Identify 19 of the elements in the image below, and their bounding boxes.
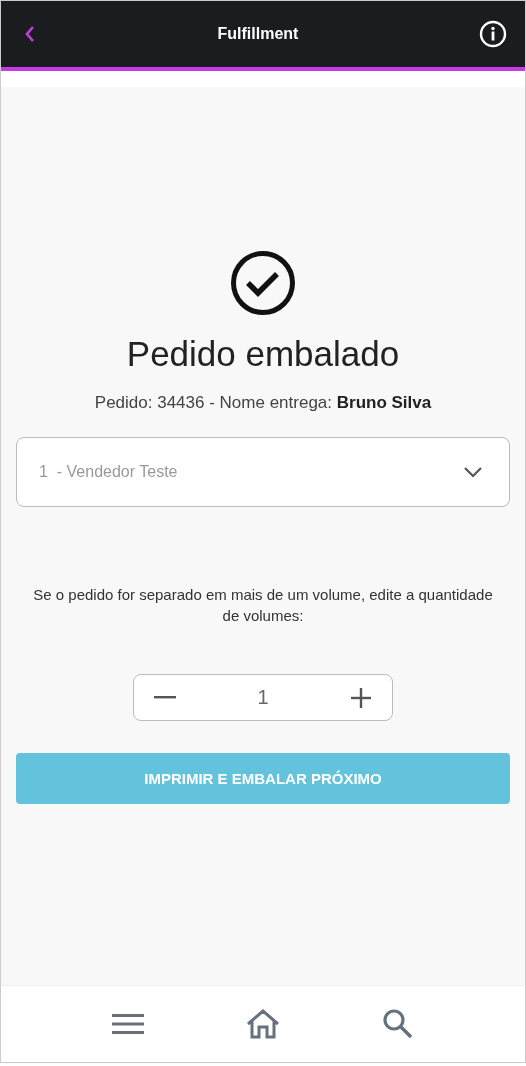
quantity-value: 1 [257,686,269,709]
check-circle-icon [230,250,296,316]
status-heading: Pedido embalado [126,334,400,374]
seller-select[interactable]: 1 - Vendedor Teste [16,437,510,507]
search-icon [382,1008,414,1040]
plus-icon [351,687,371,708]
volume-instruction: Se o pedido for separado em mais de um volume, edite a quantidade de volumes: [32,585,494,626]
order-details: Pedido: 34436 - Nome entrega: Bruno Silva [94,393,432,413]
menu-icon [112,1012,144,1036]
info-icon [479,20,507,48]
minus-icon [154,696,176,699]
back-icon [23,25,37,43]
print-and-pack-button[interactable]: IMPRIMIR E EMBALAR PRÓXIMO [16,753,510,804]
home-icon [246,1009,280,1039]
screen-title: Fulfillment [217,25,299,43]
info-button[interactable] [479,20,507,48]
back-button[interactable] [23,25,37,43]
chevron-down-icon [463,466,483,478]
quantity-stepper[interactable]: 1 [133,674,393,721]
